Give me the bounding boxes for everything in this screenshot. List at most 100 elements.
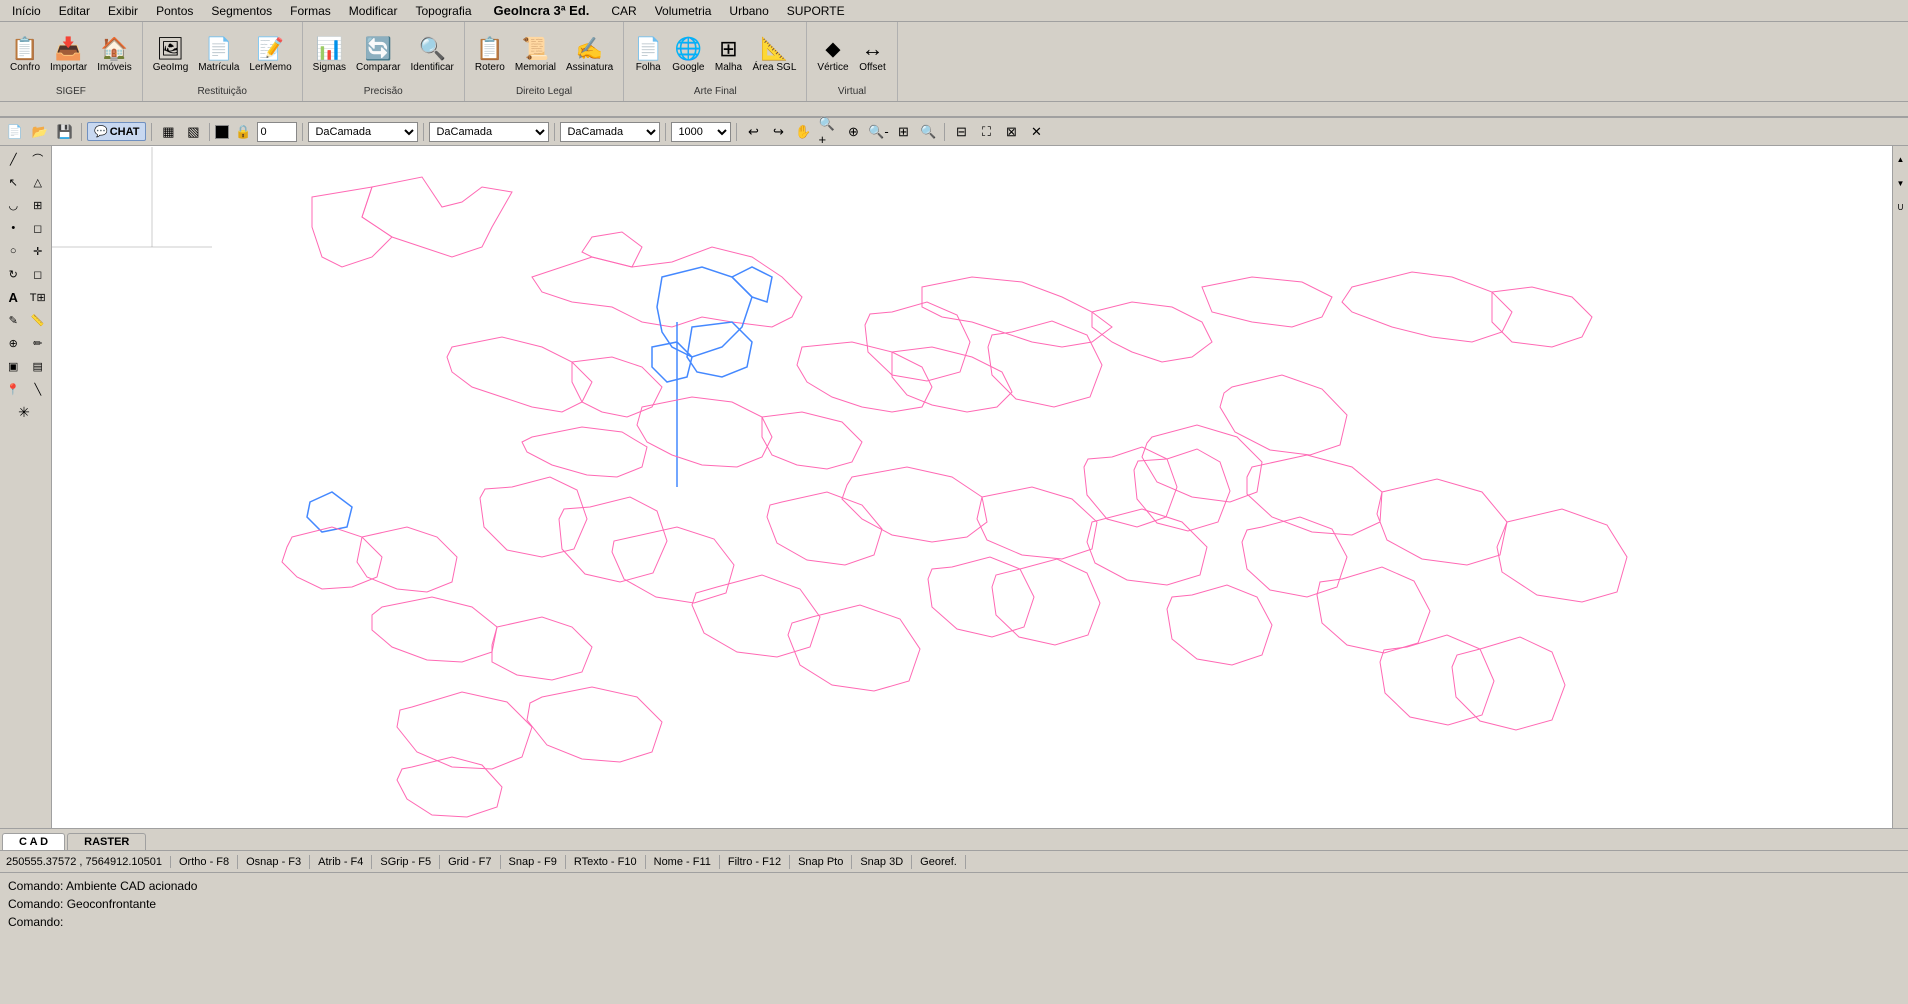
tool-layer3[interactable]: ▤ bbox=[27, 355, 50, 377]
status-filtro[interactable]: Filtro - F12 bbox=[720, 855, 790, 869]
btn-memorial[interactable]: 📜 Memorial bbox=[511, 36, 560, 75]
tool-select2[interactable]: ◻ bbox=[27, 263, 50, 285]
btn-area-sgl[interactable]: 📐 Área SGL bbox=[748, 36, 800, 75]
menu-inicio[interactable]: Início bbox=[4, 2, 49, 20]
zoom-out-btn[interactable]: 🔍- bbox=[867, 121, 889, 143]
tool-ruler[interactable]: 📏 bbox=[27, 309, 50, 331]
tool-snap2[interactable]: ⊕ bbox=[2, 332, 25, 354]
fullscreen-btn[interactable]: ⛶ bbox=[975, 121, 997, 143]
right-tool-3[interactable]: U bbox=[1894, 196, 1908, 218]
zoom-extents-btn[interactable]: ⊞ bbox=[892, 121, 914, 143]
menu-exibir[interactable]: Exibir bbox=[100, 2, 146, 20]
tool-layer2[interactable]: ▣ bbox=[2, 355, 25, 377]
btn-importar[interactable]: 📥 Importar bbox=[46, 36, 91, 75]
status-ortho[interactable]: Ortho - F8 bbox=[171, 855, 238, 869]
tool-line2[interactable]: ╲ bbox=[27, 378, 50, 400]
layer3-select[interactable]: DaCamada bbox=[560, 122, 660, 142]
tab-raster[interactable]: RASTER bbox=[67, 833, 146, 850]
menu-urbano[interactable]: Urbano bbox=[721, 2, 776, 20]
btn-google[interactable]: 🌐 Google bbox=[668, 36, 708, 75]
tool-cursor[interactable]: ↖ bbox=[2, 171, 25, 193]
btn-identificar[interactable]: 🔍 Identificar bbox=[406, 36, 457, 75]
save-btn[interactable]: 💾 bbox=[54, 121, 76, 143]
menu-editar[interactable]: Editar bbox=[51, 2, 98, 20]
command-prompt[interactable]: Comando: bbox=[8, 913, 1900, 931]
status-snap[interactable]: Snap - F9 bbox=[501, 855, 566, 869]
importar-icon: 📥 bbox=[55, 38, 82, 60]
btn-comparar[interactable]: 🔄 Comparar bbox=[352, 36, 404, 75]
tool-circle[interactable]: ○ bbox=[2, 240, 25, 262]
tool-textbox[interactable]: T⊞ bbox=[27, 286, 50, 308]
btn-imoveis[interactable]: 🏠 Imóveis bbox=[93, 36, 135, 75]
view-btn[interactable]: ⊟ bbox=[950, 121, 972, 143]
status-grid[interactable]: Grid - F7 bbox=[440, 855, 500, 869]
command-input[interactable] bbox=[67, 915, 267, 929]
status-sgrip[interactable]: SGrip - F5 bbox=[372, 855, 440, 869]
toolbar: 📄 📂 💾 💬 CHAT ▦ ▧ 🔒 DaCamada DaCamada DaC… bbox=[0, 118, 1908, 146]
status-nome[interactable]: Nome - F11 bbox=[646, 855, 720, 869]
menu-modificar[interactable]: Modificar bbox=[341, 2, 406, 20]
tool-rotate[interactable]: ↻ bbox=[2, 263, 25, 285]
zoom-select[interactable]: 1000 bbox=[671, 122, 731, 142]
tool-pencil[interactable]: ✎ bbox=[2, 309, 25, 331]
tool-triangle[interactable]: △ bbox=[27, 171, 50, 193]
btn-malha[interactable]: ⊞ Malha bbox=[710, 36, 746, 75]
tool-polyline[interactable]: ⌒ bbox=[27, 148, 50, 170]
status-snap-pto[interactable]: Snap Pto bbox=[790, 855, 852, 869]
btn-folha[interactable]: 📄 Folha bbox=[630, 36, 666, 75]
tool-text[interactable]: A bbox=[2, 286, 25, 308]
status-georef[interactable]: Georef. bbox=[912, 855, 966, 869]
redo-btn[interactable]: ↪ bbox=[767, 121, 789, 143]
tool-pin[interactable]: 📍 bbox=[2, 378, 25, 400]
menu-car[interactable]: CAR bbox=[603, 2, 644, 20]
btn-offset[interactable]: ↔ Offset bbox=[855, 36, 891, 75]
btn-sigmas[interactable]: 📊 Sigmas bbox=[309, 36, 350, 75]
tab-cad[interactable]: C A D bbox=[2, 833, 65, 850]
menu-pontos[interactable]: Pontos bbox=[148, 2, 201, 20]
status-atrib[interactable]: Atrib - F4 bbox=[310, 855, 372, 869]
btn-assinatura[interactable]: ✍ Assinatura bbox=[562, 36, 617, 75]
layer1-select[interactable]: DaCamada bbox=[308, 122, 418, 142]
color-swatch[interactable] bbox=[215, 125, 229, 139]
menu-segmentos[interactable]: Segmentos bbox=[203, 2, 280, 20]
btn-matricula[interactable]: 📄 Matrícula bbox=[194, 36, 243, 75]
tool-edit2[interactable]: ✏ bbox=[27, 332, 50, 354]
color-input[interactable] bbox=[257, 122, 297, 142]
right-tool-1[interactable]: ▲ bbox=[1894, 148, 1908, 170]
btn-vertice[interactable]: ⬥ Vértice bbox=[813, 36, 852, 75]
split-btn[interactable]: ⊠ bbox=[1000, 121, 1022, 143]
pan-btn[interactable]: ✋ bbox=[792, 121, 814, 143]
status-snap-3d[interactable]: Snap 3D bbox=[852, 855, 912, 869]
menu-volumetria[interactable]: Volumetria bbox=[647, 2, 720, 20]
status-rtexto[interactable]: RTexto - F10 bbox=[566, 855, 646, 869]
tool-arc[interactable]: ◡ bbox=[2, 194, 25, 216]
tool-line[interactable]: ╱ bbox=[2, 148, 25, 170]
undo-btn[interactable]: ↩ bbox=[742, 121, 764, 143]
btn-confro[interactable]: 📋 Confro bbox=[6, 36, 44, 75]
menu-topografia[interactable]: Topografia bbox=[407, 2, 479, 20]
tool-rect[interactable]: ◻ bbox=[27, 217, 50, 239]
canvas-area[interactable] bbox=[52, 146, 1892, 828]
chat-button[interactable]: 💬 CHAT bbox=[87, 122, 146, 141]
menu-suporte[interactable]: SUPORTE bbox=[779, 2, 853, 20]
lock-btn[interactable]: 🔒 bbox=[232, 121, 254, 143]
zoom-prev-btn[interactable]: 🔍 bbox=[917, 121, 939, 143]
new-btn[interactable]: 📄 bbox=[4, 121, 26, 143]
tool-dot[interactable]: • bbox=[2, 217, 25, 239]
zoom-in-btn[interactable]: 🔍+ bbox=[817, 121, 839, 143]
layer2-select[interactable]: DaCamada bbox=[429, 122, 549, 142]
open-btn[interactable]: 📂 bbox=[29, 121, 51, 143]
close-btn[interactable]: ✕ bbox=[1025, 121, 1047, 143]
zoom-fit-btn[interactable]: ⊕ bbox=[842, 121, 864, 143]
tool-move[interactable]: ✛ bbox=[27, 240, 50, 262]
layers2-btn[interactable]: ▧ bbox=[182, 121, 204, 143]
menu-formas[interactable]: Formas bbox=[282, 2, 339, 20]
tool-grid[interactable]: ⊞ bbox=[27, 194, 50, 216]
btn-lermemo[interactable]: 📝 LerMemo bbox=[245, 36, 295, 75]
tool-star[interactable]: ✳ bbox=[2, 401, 46, 423]
btn-geoimg[interactable]: 🖼 GeoImg bbox=[149, 36, 193, 75]
right-tool-2[interactable]: ▼ bbox=[1894, 172, 1908, 194]
btn-rotero[interactable]: 📋 Rotero bbox=[471, 36, 509, 75]
layers-btn[interactable]: ▦ bbox=[157, 121, 179, 143]
status-osnap[interactable]: Osnap - F3 bbox=[238, 855, 310, 869]
